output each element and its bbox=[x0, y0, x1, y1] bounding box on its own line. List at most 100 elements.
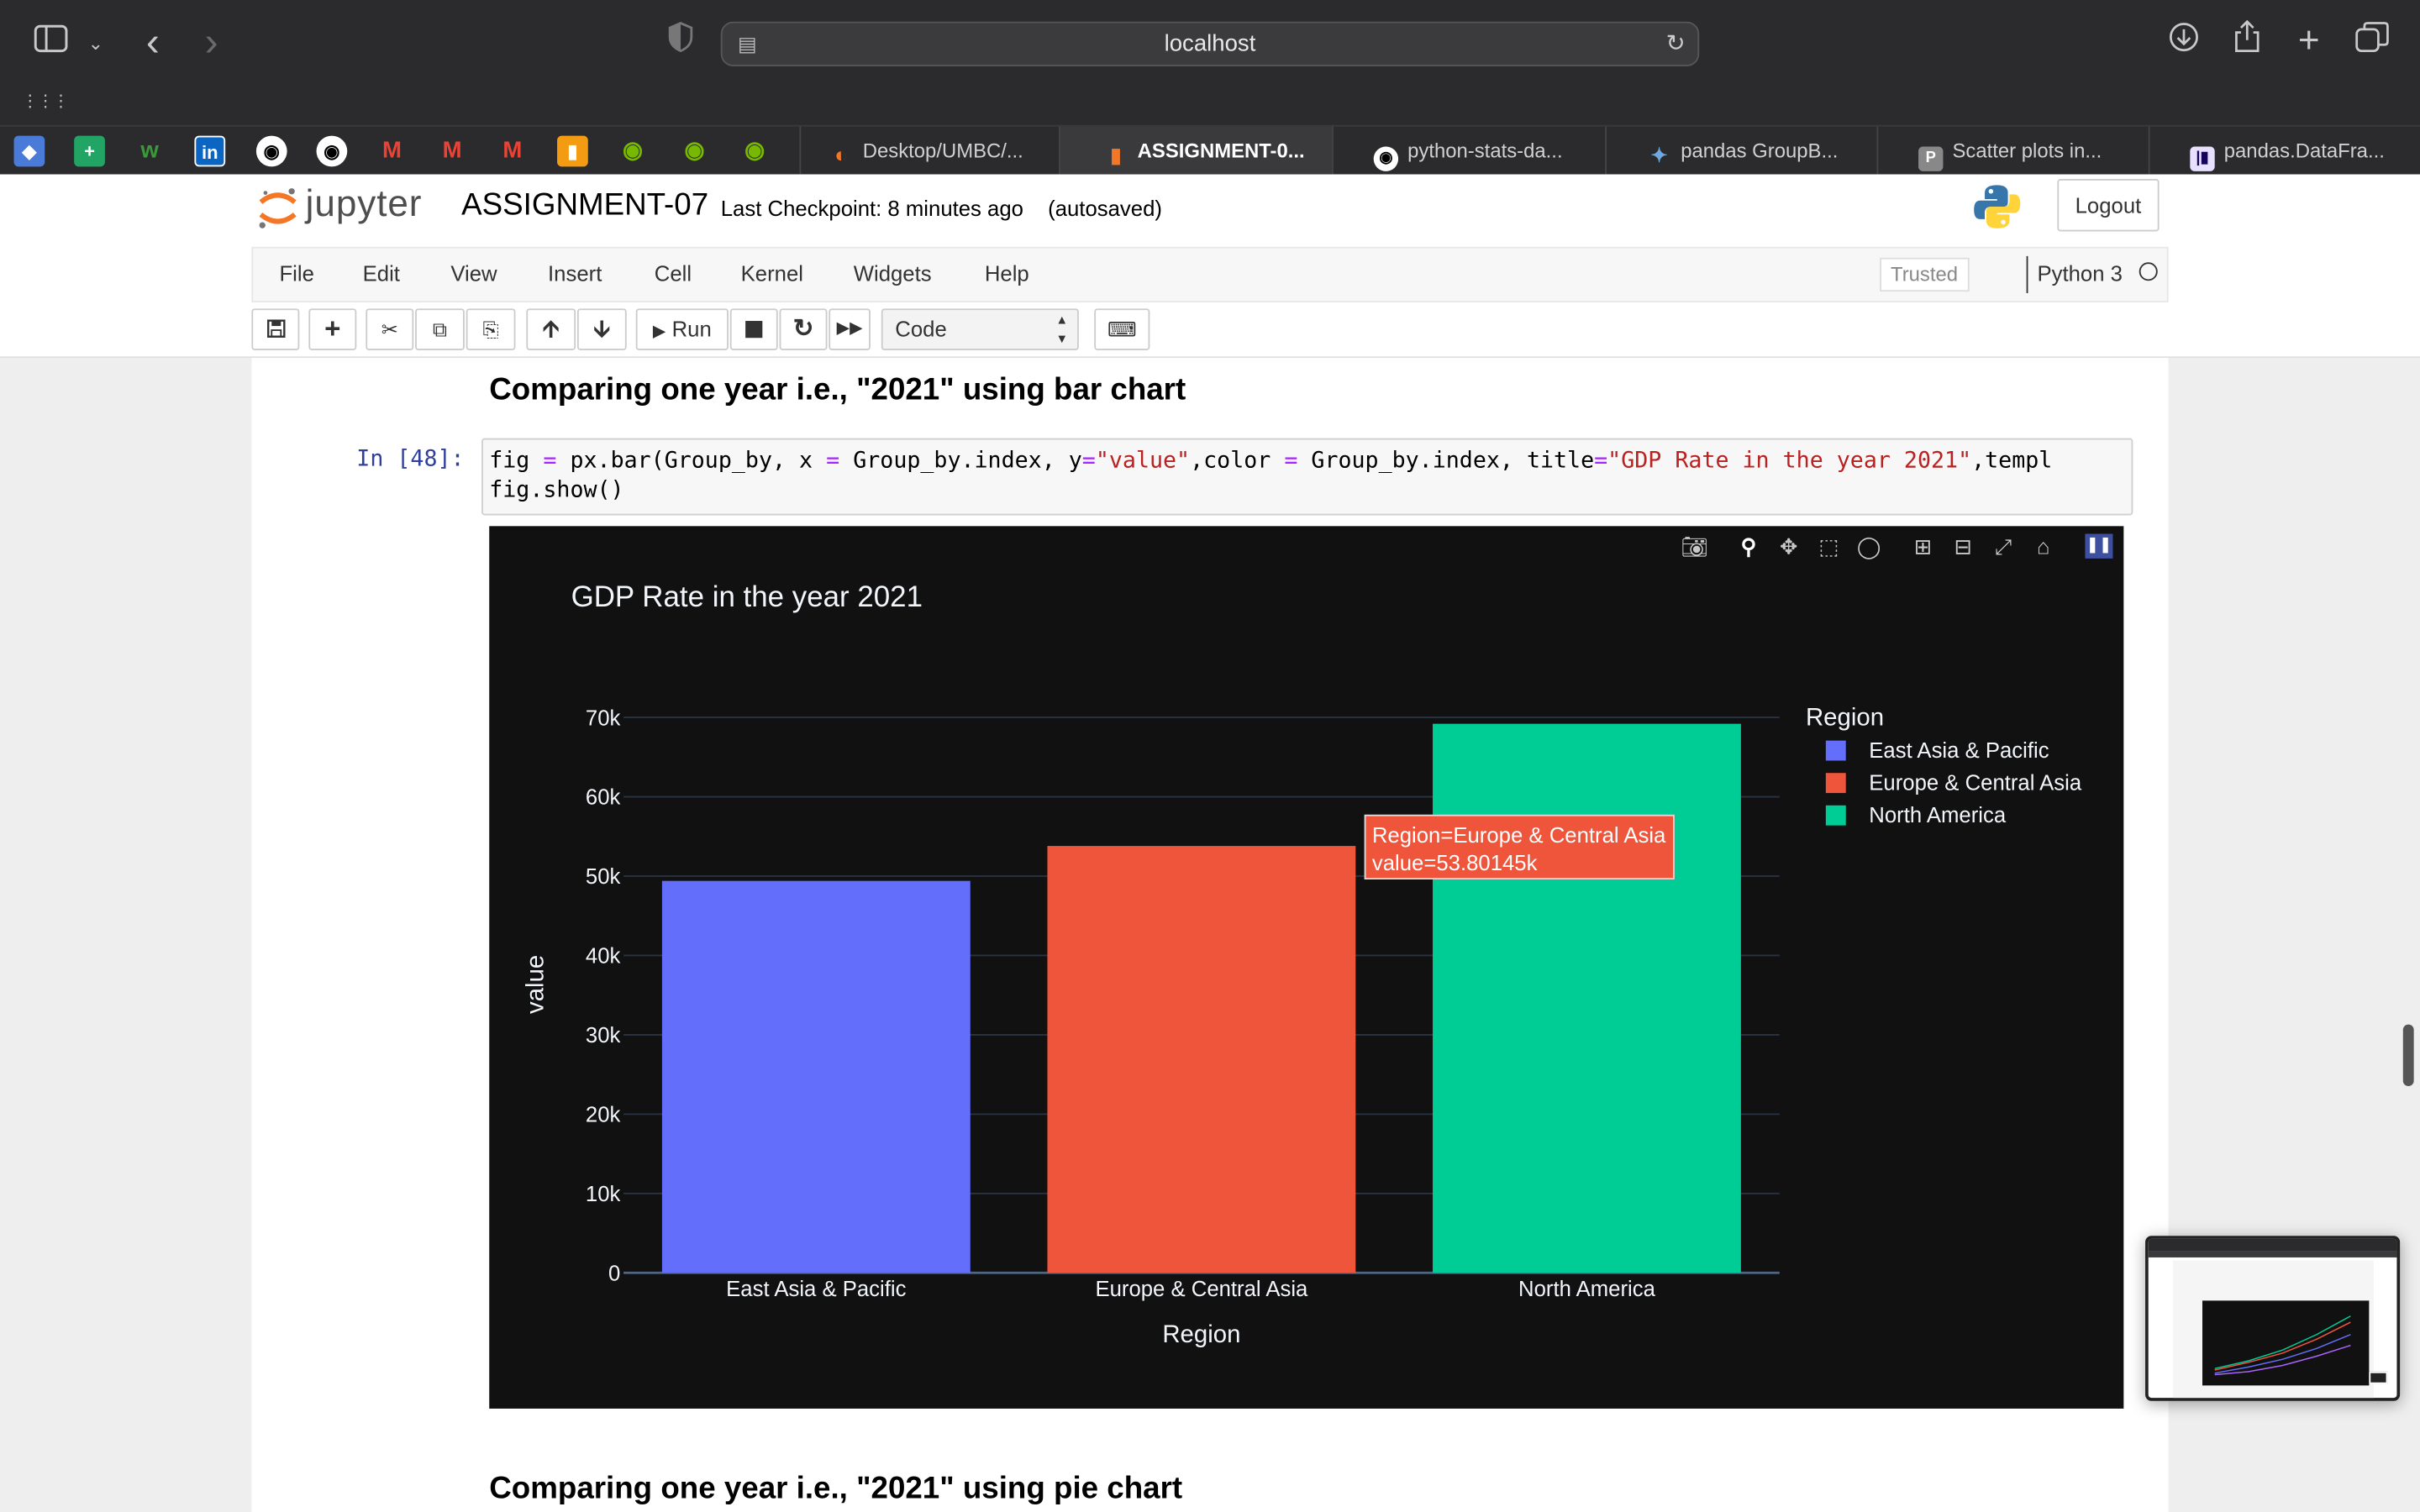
apps-grid-icon[interactable]: ⋮⋮⋮ bbox=[22, 81, 70, 123]
input-prompt: In [48]: bbox=[356, 447, 465, 473]
tab-pandas-dataframe[interactable]: |▮ pandas.DataFra... bbox=[2148, 126, 2420, 176]
screenshot-thumbnail[interactable] bbox=[2145, 1236, 2401, 1401]
markdown-heading-pie-chart[interactable]: Comparing one year i.e., "2021" using pi… bbox=[489, 1472, 1182, 1507]
pinned-tab-linkedin-icon[interactable]: in bbox=[194, 135, 226, 167]
legend-item[interactable]: Europe & Central Asia bbox=[1869, 771, 2082, 795]
paste-button[interactable]: ⎘ bbox=[466, 308, 516, 350]
insert-cell-button[interactable]: + bbox=[308, 308, 357, 350]
menu-kernel[interactable]: Kernel bbox=[741, 260, 803, 285]
jupyter-header: jupyter ASSIGNMENT-07 Last Checkpoint: 8… bbox=[0, 174, 2420, 359]
y-tick-label: 60k bbox=[586, 786, 621, 810]
pinned-tab-nvidia-icon[interactable]: ◉ bbox=[618, 136, 649, 167]
tab-overview-icon[interactable] bbox=[2354, 22, 2391, 65]
save-button[interactable] bbox=[251, 308, 300, 350]
legend-swatch[interactable] bbox=[1825, 740, 1846, 761]
pinned-tab-github-icon-2[interactable]: ◉ bbox=[316, 135, 348, 167]
arrow-up-icon: 🡩 bbox=[542, 316, 560, 343]
cell-type-select[interactable]: Code ▲ ▼ bbox=[881, 308, 1079, 350]
x-tick-label: East Asia & Pacific bbox=[726, 1278, 906, 1301]
pinned-tab-w-icon[interactable]: w bbox=[134, 136, 166, 167]
page-icon: ▤ bbox=[737, 32, 757, 56]
notebook-name[interactable]: ASSIGNMENT-07 bbox=[461, 188, 708, 223]
kernel-name[interactable]: Python 3 bbox=[2037, 260, 2123, 285]
move-up-button[interactable]: 🡩 bbox=[526, 308, 576, 350]
pinned-tab-gmail-icon-2[interactable]: M bbox=[437, 136, 468, 167]
pinned-tab-github-icon[interactable]: ◉ bbox=[255, 135, 287, 167]
plotly-tab-icon: P bbox=[1918, 146, 1944, 171]
cell-type-value: Code bbox=[895, 316, 947, 341]
url-text: localhost bbox=[1164, 30, 1256, 57]
tab-desktop-umbc[interactable]: ◐ Desktop/UMBC/... bbox=[799, 126, 1059, 176]
back-icon[interactable]: ‹ bbox=[136, 20, 170, 63]
legend-item[interactable]: North America bbox=[1869, 804, 2007, 827]
github-tab-icon: ◉ bbox=[1373, 146, 1399, 171]
legend-swatch[interactable] bbox=[1825, 805, 1846, 826]
play-icon: ▶ bbox=[652, 322, 666, 341]
reload-icon[interactable]: ↻ bbox=[1666, 24, 1686, 66]
hover-tooltip: Region=Europe & Central Asia value=53.80… bbox=[1364, 814, 1675, 879]
command-palette-button[interactable]: ⌨ bbox=[1094, 308, 1150, 350]
menu-help[interactable]: Help bbox=[985, 260, 1029, 285]
x-tick-label: Europe & Central Asia bbox=[1095, 1278, 1308, 1301]
menu-file[interactable]: File bbox=[279, 260, 313, 285]
fast-forward-icon: ▶▶ bbox=[836, 319, 863, 339]
save-icon bbox=[266, 319, 285, 338]
pinned-tab-shield-icon[interactable]: ◆ bbox=[13, 135, 45, 167]
pinned-tab-sheets-icon[interactable]: + bbox=[74, 135, 105, 167]
menu-view[interactable]: View bbox=[450, 260, 497, 285]
markdown-heading-bar-chart[interactable]: Comparing one year i.e., "2021" using ba… bbox=[489, 373, 1186, 408]
tab-pandas-groupby[interactable]: ✦ pandas GroupB... bbox=[1605, 126, 1876, 176]
new-tab-icon[interactable]: + bbox=[2291, 20, 2328, 63]
move-down-button[interactable]: 🡫 bbox=[576, 308, 627, 350]
pinned-tab-gmail-icon[interactable]: M bbox=[376, 136, 408, 167]
y-tick-label: 40k bbox=[586, 945, 621, 969]
code-line-1: fig = px.bar(Group_by, x = Group_by.inde… bbox=[489, 449, 2053, 474]
legend-swatch[interactable] bbox=[1825, 773, 1846, 794]
thumbnail-tabs bbox=[2148, 1251, 2397, 1257]
privacy-shield-icon[interactable] bbox=[664, 22, 697, 65]
jupyter-logo[interactable]: jupyter bbox=[256, 182, 441, 232]
logout-button[interactable]: Logout bbox=[2057, 179, 2160, 232]
share-icon[interactable] bbox=[2228, 19, 2265, 63]
notebook-tab-icon: ▮ bbox=[1110, 143, 1122, 167]
forward-icon[interactable]: › bbox=[194, 20, 228, 63]
chevron-down-icon[interactable]: ⌄ bbox=[83, 22, 108, 65]
code-cell-editor[interactable]: fig = px.bar(Group_by, x = Group_by.inde… bbox=[481, 438, 2133, 516]
bar[interactable] bbox=[1433, 723, 1741, 1273]
run-label: Run bbox=[671, 316, 712, 341]
menu-cell[interactable]: Cell bbox=[655, 260, 692, 285]
tab-python-stats[interactable]: ◉ python-stats-da... bbox=[1332, 126, 1605, 176]
tab-strip: ◆ + w in ◉ ◉ M M M ▮ ◉ ◉ ◉ ◐ Desktop/UMBC… bbox=[0, 124, 2420, 176]
bar[interactable] bbox=[661, 880, 971, 1273]
restart-button[interactable]: ↻ bbox=[779, 308, 828, 350]
download-icon[interactable] bbox=[2165, 22, 2202, 65]
kernel-idle-icon bbox=[2139, 262, 2158, 281]
pinned-tab-nvidia-icon-2[interactable]: ◉ bbox=[679, 136, 710, 167]
copy-icon: ⧉ bbox=[432, 318, 447, 341]
bar[interactable] bbox=[1047, 846, 1356, 1273]
bar-chart: 0 10k 20k 30k 40k 50k 60k 70k East Asia & Pacifi… bbox=[522, 703, 2082, 1348]
tab-scatter-plots[interactable]: P Scatter plots in... bbox=[1876, 126, 2148, 176]
pinned-tab-gmail-icon-3[interactable]: M bbox=[497, 136, 528, 167]
restart-run-all-button[interactable]: ▶▶ bbox=[829, 308, 871, 350]
pinned-tab-nvidia-icon-3[interactable]: ◉ bbox=[739, 136, 771, 167]
menu-edit[interactable]: Edit bbox=[363, 260, 400, 285]
x-axis-title: Region bbox=[1162, 1320, 1240, 1348]
tab-assignment[interactable]: ▮ ASSIGNMENT-0... bbox=[1058, 126, 1333, 176]
menu-widgets[interactable]: Widgets bbox=[854, 260, 932, 285]
tab-label: Scatter plots in... bbox=[1952, 139, 2102, 162]
menu-insert[interactable]: Insert bbox=[548, 260, 602, 285]
copy-button[interactable]: ⧉ bbox=[415, 308, 465, 350]
jupyter-tab-icon: ◐ bbox=[834, 141, 848, 167]
run-button[interactable]: ▶ Run bbox=[635, 308, 729, 350]
trusted-badge[interactable]: Trusted bbox=[1880, 257, 1969, 292]
interrupt-button[interactable] bbox=[729, 308, 778, 350]
address-bar[interactable]: ▤ localhost ↻ bbox=[720, 21, 1700, 66]
tab-label: python-stats-da... bbox=[1407, 139, 1563, 162]
legend-item[interactable]: East Asia & Pacific bbox=[1869, 739, 2049, 763]
cut-button[interactable]: ✂ bbox=[366, 308, 414, 350]
scissors-icon: ✂ bbox=[381, 318, 398, 341]
sidebar-toggle-icon[interactable] bbox=[31, 22, 71, 65]
pinned-tab-bag-icon[interactable]: ▮ bbox=[557, 135, 588, 167]
scrollbar-thumb[interactable] bbox=[2402, 1024, 2414, 1087]
